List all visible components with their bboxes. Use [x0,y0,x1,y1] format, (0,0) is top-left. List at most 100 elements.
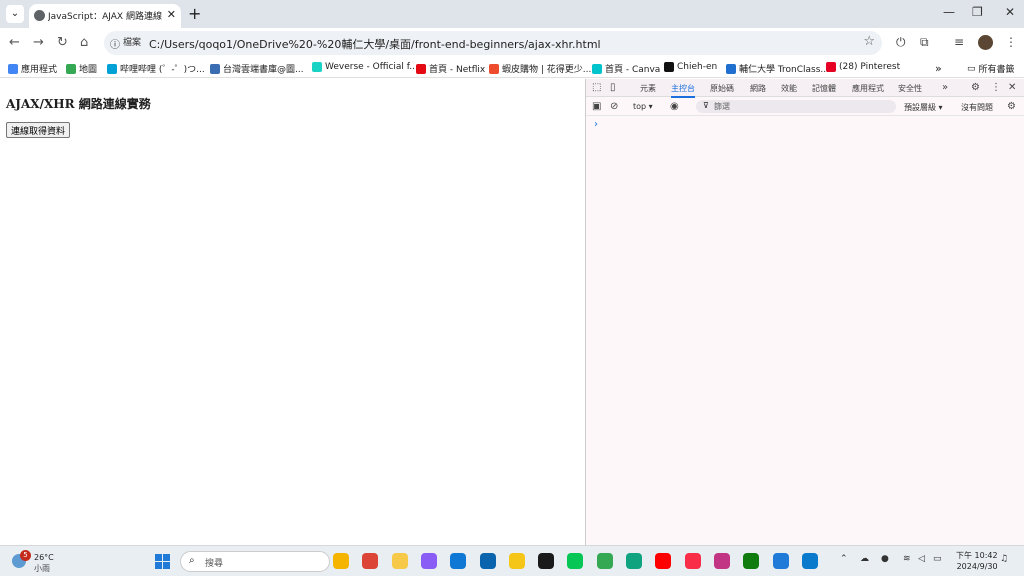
chrome-icon[interactable] [362,553,379,569]
bookmark-bilibili[interactable]: 哔哩哔哩 (゜-゜)つ... [107,62,205,75]
bookmark-star-icon[interactable]: ☆ [863,34,875,49]
issues-indicator[interactable]: 沒有問題 [961,102,993,113]
canva-icon [592,63,602,74]
restore-icon[interactable]: ❐ [972,5,983,19]
outlook-icon[interactable] [479,553,496,569]
weather-temp: 26°C [34,553,54,562]
instagram-icon[interactable] [713,553,730,569]
tray-app-icon[interactable]: ● [881,554,889,564]
filter-icon: ⊽ [703,101,709,110]
reload-icon[interactable]: ↻ [57,35,68,50]
forward-icon[interactable]: → [33,35,44,50]
tronclass-icon [726,63,736,74]
browser-toolbar: ← → ↻ ⌂ ⓘ 檔案 C:/Users/qoqo1/OneDrive%20-… [0,28,1024,58]
sidebar-toggle-icon[interactable]: ▣ [592,101,601,112]
bookmark-label: 應用程式 [21,65,58,75]
xbox-icon[interactable] [743,553,760,569]
fetch-data-button[interactable]: 連線取得資料 [6,122,71,138]
close-devtools-icon[interactable]: ✕ [1008,82,1016,93]
shark-icon[interactable] [772,553,789,569]
folder-icon: ▭ [967,63,976,74]
console-settings-icon[interactable]: ⚙ [1007,101,1016,112]
bookmark-notion[interactable]: Chieh-en [664,62,717,72]
url-text[interactable]: C:/Users/qoqo1/OneDrive%20-%20輔仁大學/桌面/fr… [149,36,601,52]
settings-gear-icon[interactable]: ⚙ [971,82,980,93]
clock-time: 下午 10:42 [956,551,998,560]
bookmark-netflix[interactable]: 首頁 - Netflix [416,62,485,75]
volume-icon[interactable]: ◁ [918,554,925,564]
tab-performance[interactable]: 效能 [781,83,797,94]
bookmark-pinterest[interactable]: (28) Pinterest [826,62,900,72]
close-tab-icon[interactable]: ✕ [167,8,176,21]
bookmark-label: 首頁 - Canva [605,65,661,75]
media-icon[interactable]: ≡ [954,35,964,49]
console-toolbar: ▣ ⊘ top ▾ ◉ ⊽ 篩選 預設層級 ▾ 沒有問題 ⚙ [586,98,1024,116]
bookmark-tronclass[interactable]: 輔仁大學 TronClass... [726,62,829,75]
menu-icon[interactable]: ⋮ [1005,35,1017,49]
bookmark-weverse[interactable]: Weverse - Official f... [312,62,418,72]
console-prompt[interactable]: › [594,119,598,130]
maps-icon [66,63,76,74]
chatgpt-icon[interactable] [626,553,642,569]
bookmark-label: 哔哩哔哩 (゜-゜)つ... [120,65,205,75]
notes-icon[interactable] [508,553,525,569]
vscode-icon[interactable] [801,553,818,569]
log-levels-dropdown[interactable]: 預設層級 ▾ [904,102,943,113]
address-bar[interactable]: ⓘ 檔案 C:/Users/qoqo1/OneDrive%20-%20輔仁大學/… [104,31,882,55]
extensions-icon[interactable]: ⧉ [920,35,929,50]
chevron-up-icon[interactable]: ⌃ [840,554,848,564]
context-selector[interactable]: top ▾ [633,102,653,111]
tab-memory[interactable]: 記憶體 [812,83,836,94]
minimize-icon[interactable]: — [943,5,955,19]
bookmark-shopee[interactable]: 蝦皮購物 | 花得更少... [489,62,591,75]
home-icon[interactable]: ⌂ [80,35,88,50]
onedrive-icon[interactable]: ☁ [860,554,869,564]
close-window-icon[interactable]: ✕ [1005,5,1015,19]
tab-search-icon[interactable]: ⌄ [6,5,24,23]
tab-application[interactable]: 應用程式 [852,83,884,94]
bookmark-library[interactable]: 台灣雲端書庫@圖... [210,62,304,75]
battery-icon[interactable]: ▭ [933,554,942,564]
device-toolbar-icon[interactable]: ▯ [610,82,616,93]
file-explorer-icon[interactable] [333,553,349,569]
shopee-icon [489,63,499,74]
taskbar-search[interactable]: ⌕ 搜尋 [180,551,330,572]
back-icon[interactable]: ← [9,35,20,50]
globe-icon [34,10,45,21]
copilot-icon[interactable] [420,553,437,569]
more-bookmarks-button[interactable]: » [935,62,942,75]
tab-network[interactable]: 網路 [750,83,766,94]
drive-icon[interactable] [596,553,613,569]
bookmark-apps[interactable]: 應用程式 [8,62,57,75]
all-bookmarks-button[interactable]: ▭ 所有書籤 [967,62,1015,76]
bookmark-maps[interactable]: 地圖 [66,62,97,75]
inspect-icon[interactable]: ⬚ [592,82,601,93]
more-tabs-button[interactable]: » [942,82,948,93]
tab-elements[interactable]: 元素 [640,83,656,94]
folder-icon[interactable] [391,553,408,569]
console-filter-input[interactable]: ⊽ 篩選 [696,100,896,113]
avatar[interactable] [978,35,993,50]
power-icon[interactable]: ⏻ [896,35,906,50]
tab-console[interactable]: 主控台 [671,83,695,98]
page-heading: AJAX/XHR 網路連線實務 [6,97,151,111]
edge-icon[interactable] [450,553,467,569]
start-button[interactable] [155,554,170,569]
weather-desc: 小雨 [34,564,50,573]
wifi-icon[interactable]: ≋ [903,554,911,564]
bookmark-canva[interactable]: 首頁 - Canva [592,62,660,75]
notification-icon[interactable]: ♫ [1000,554,1008,564]
clock[interactable]: 下午 10:42 2024/9/30 [956,550,998,572]
browser-tab[interactable]: JavaScript：AJAX 網路連線實務 ✕ [29,4,181,28]
devtools-menu-icon[interactable]: ⋮ [991,82,1001,93]
sticky-icon[interactable] [538,553,555,569]
tab-sources[interactable]: 原始碼 [710,83,734,94]
eye-icon[interactable]: ◉ [670,101,679,112]
music-icon[interactable] [684,553,701,569]
clear-console-icon[interactable]: ⊘ [610,101,618,112]
line-icon[interactable] [567,553,584,569]
new-tab-button[interactable]: + [188,4,201,23]
tab-security[interactable]: 安全性 [898,83,922,94]
info-icon[interactable]: ⓘ [110,36,120,51]
youtube-icon[interactable] [655,553,672,569]
